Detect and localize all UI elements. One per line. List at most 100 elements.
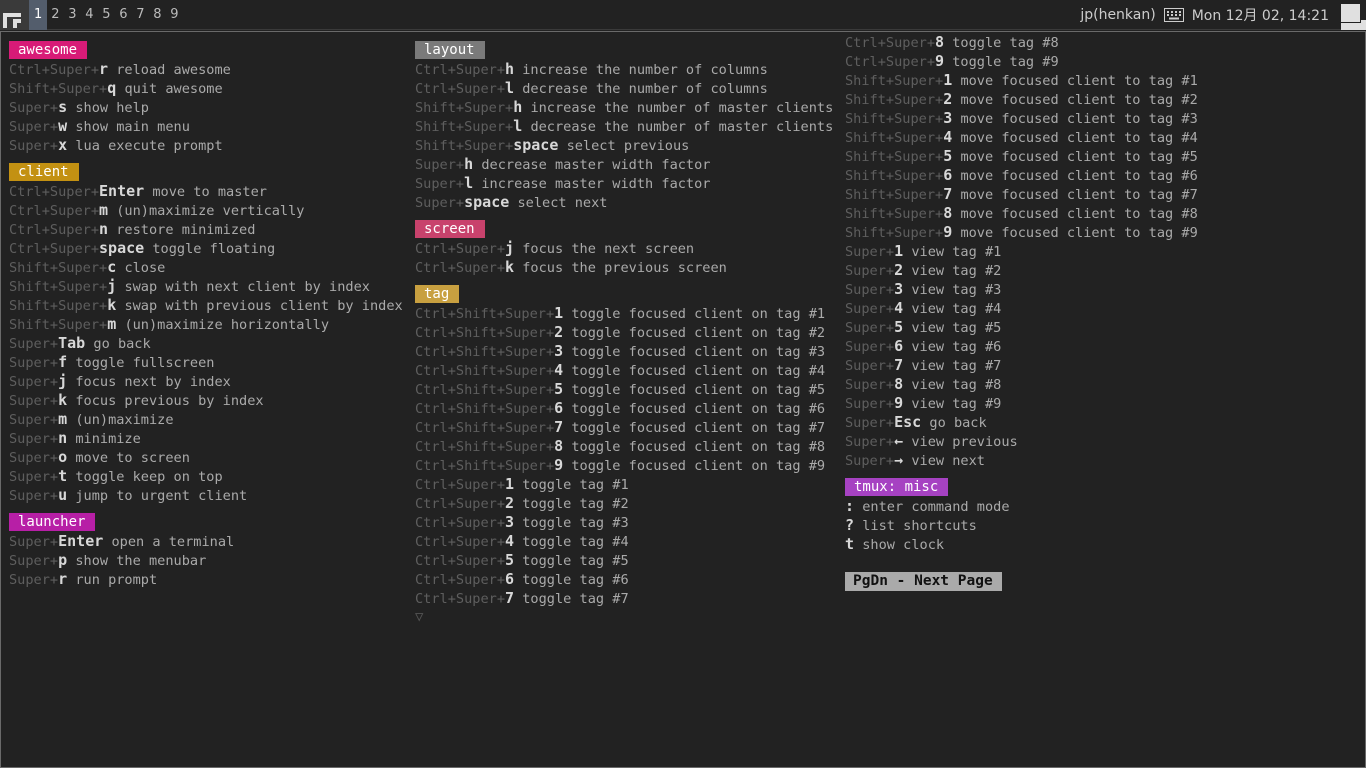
hotkey-description: open a terminal bbox=[111, 534, 235, 550]
hotkey-description: (un)maximize vertically bbox=[116, 203, 305, 219]
hotkey-row: Super+h decrease master width factor bbox=[415, 155, 833, 174]
hotkey-modifiers: Ctrl+Shift+Super+ bbox=[415, 306, 555, 322]
hotkey-key: s bbox=[58, 98, 68, 116]
hotkey-modifiers: Super+ bbox=[9, 100, 59, 116]
tag-7[interactable]: 7 bbox=[132, 0, 149, 30]
hotkey-modifiers: Ctrl+Super+ bbox=[845, 54, 936, 70]
tag-4[interactable]: 4 bbox=[81, 0, 98, 30]
launcher-icon[interactable] bbox=[0, 0, 29, 30]
tag-5[interactable]: 5 bbox=[98, 0, 115, 30]
hotkey-description: close bbox=[124, 260, 166, 276]
tag-1[interactable]: 1 bbox=[29, 0, 48, 30]
tag-9[interactable]: 9 bbox=[166, 0, 183, 30]
hotkey-row: Super+k focus previous by index bbox=[9, 391, 403, 410]
hotkey-description: toggle tag #3 bbox=[522, 515, 629, 531]
hotkey-key: x bbox=[58, 136, 68, 154]
hotkey-modifiers: Super+ bbox=[415, 176, 465, 192]
hotkey-description: move to master bbox=[152, 184, 267, 200]
hotkey-row: Ctrl+Super+2 toggle tag #2 bbox=[415, 494, 833, 513]
tag-3[interactable]: 3 bbox=[64, 0, 81, 30]
hotkey-row: Super+n minimize bbox=[9, 429, 403, 448]
hotkey-description: view tag #8 bbox=[911, 377, 1002, 393]
hotkey-modifiers: Super+ bbox=[845, 263, 895, 279]
hotkey-description: increase the number of master clients bbox=[530, 100, 834, 116]
hotkey-modifiers: Shift+Super+ bbox=[845, 225, 944, 241]
hotkey-description: move focused client to tag #1 bbox=[960, 73, 1198, 89]
hotkey-modifiers: Super+ bbox=[9, 469, 59, 485]
hotkey-row: Shift+Super+8 move focused client to tag… bbox=[845, 204, 1198, 223]
hotkey-group: launcher Super+Enter open a terminal Super… bbox=[9, 511, 403, 589]
hotkey-row: Super+j focus next by index bbox=[9, 372, 403, 391]
keyboard-layout-indicator[interactable]: jp(henkan) bbox=[1080, 7, 1155, 23]
hotkey-row: Ctrl+Super+h increase the number of colu… bbox=[415, 60, 833, 79]
hotkey-description: restore minimized bbox=[116, 222, 256, 238]
hotkey-description: view tag #3 bbox=[911, 282, 1002, 298]
keyboard-icon[interactable] bbox=[1163, 8, 1184, 22]
hotkey-modifiers: Ctrl+Super+ bbox=[415, 241, 506, 257]
hotkey-description: toggle tag #8 bbox=[952, 35, 1059, 51]
hotkey-modifiers: Super+ bbox=[845, 301, 895, 317]
hotkey-row: Shift+Super+space select previous bbox=[415, 136, 833, 155]
hotkey-key: m bbox=[58, 410, 68, 428]
hotkey-key: Tab bbox=[58, 334, 86, 352]
hotkey-description: toggle tag #9 bbox=[952, 54, 1059, 70]
hotkey-key: 7 bbox=[894, 356, 904, 374]
hotkey-row: Ctrl+Super+8 toggle tag #8 bbox=[845, 33, 1198, 52]
hotkey-key: → bbox=[894, 451, 904, 469]
hotkey-key: 5 bbox=[943, 147, 953, 165]
hotkey-key: 7 bbox=[554, 418, 564, 436]
hotkey-key: 2 bbox=[505, 494, 515, 512]
hotkey-row: Super+Esc go back bbox=[845, 413, 1198, 432]
hotkey-row: Ctrl+Shift+Super+5 toggle focused client… bbox=[415, 380, 833, 399]
hotkey-key: k bbox=[107, 296, 117, 314]
tag-2[interactable]: 2 bbox=[47, 0, 64, 30]
hotkey-modifiers: Ctrl+Super+ bbox=[415, 62, 506, 78]
hotkey-description: enter command mode bbox=[862, 499, 1010, 515]
hotkey-description: toggle tag #4 bbox=[522, 534, 629, 550]
hotkey-modifiers: Super+ bbox=[9, 412, 59, 428]
hotkey-key: w bbox=[58, 117, 68, 135]
hotkey-row: Ctrl+Shift+Super+4 toggle focused client… bbox=[415, 361, 833, 380]
hotkey-modifiers: Ctrl+Shift+Super+ bbox=[415, 458, 555, 474]
hotkey-description: toggle focused client on tag #7 bbox=[571, 420, 826, 436]
hotkey-row: Super+p show the menubar bbox=[9, 551, 403, 570]
hotkey-modifiers: Ctrl+Super+ bbox=[415, 534, 506, 550]
hotkey-key: 9 bbox=[935, 52, 945, 70]
hotkey-description: move focused client to tag #3 bbox=[960, 111, 1198, 127]
clock[interactable]: Mon 12月 02, 14:21 bbox=[1192, 5, 1329, 25]
hotkey-modifiers: Ctrl+Super+ bbox=[9, 203, 100, 219]
hotkey-description: move focused client to tag #2 bbox=[960, 92, 1198, 108]
system-tray: jp(henkan) Mon 12月 02, 14:21 bbox=[1080, 0, 1366, 30]
hotkey-modifiers: Super+ bbox=[845, 320, 895, 336]
hotkey-key: ← bbox=[894, 432, 904, 450]
hotkey-key: j bbox=[505, 239, 515, 257]
hotkey-key: o bbox=[58, 448, 68, 466]
hotkey-modifiers: Shift+Super+ bbox=[415, 100, 514, 116]
hotkey-key: 2 bbox=[894, 261, 904, 279]
next-page-hint[interactable]: PgDn - Next Page bbox=[845, 572, 1002, 591]
hotkey-description: go back bbox=[93, 336, 151, 352]
hotkey-description: toggle tag #2 bbox=[522, 496, 629, 512]
tag-8[interactable]: 8 bbox=[149, 0, 166, 30]
hotkey-row: Super+u jump to urgent client bbox=[9, 486, 403, 505]
hotkey-key: Enter bbox=[99, 182, 145, 200]
hotkey-modifiers: Super+ bbox=[845, 434, 895, 450]
hotkey-group: client Ctrl+Super+Enter move to master Ctr… bbox=[9, 161, 403, 505]
hotkey-description: toggle focused client on tag #6 bbox=[571, 401, 826, 417]
hotkey-row: Super+9 view tag #9 bbox=[845, 394, 1198, 413]
hotkey-row: Super+6 view tag #6 bbox=[845, 337, 1198, 356]
hotkey-modifiers: Ctrl+Super+ bbox=[415, 515, 506, 531]
hotkey-modifiers: Shift+Super+ bbox=[9, 81, 108, 97]
hotkey-modifiers: Ctrl+Super+ bbox=[9, 184, 100, 200]
hotkey-description: show help bbox=[75, 100, 149, 116]
hotkey-modifiers: Shift+Super+ bbox=[415, 119, 514, 135]
hotkey-modifiers: Super+ bbox=[845, 396, 895, 412]
tag-6[interactable]: 6 bbox=[115, 0, 132, 30]
group-title: tmux: misc bbox=[845, 478, 949, 496]
hotkey-key: 3 bbox=[894, 280, 904, 298]
top-wibar: 123456789 jp(henkan) Mon 12月 02, 14:21 bbox=[0, 0, 1366, 30]
hotkey-key: q bbox=[107, 79, 117, 97]
hotkey-row: Ctrl+Super+4 toggle tag #4 bbox=[415, 532, 833, 551]
layout-indicator-icon[interactable] bbox=[1337, 0, 1366, 30]
hotkey-key: m bbox=[107, 315, 117, 333]
